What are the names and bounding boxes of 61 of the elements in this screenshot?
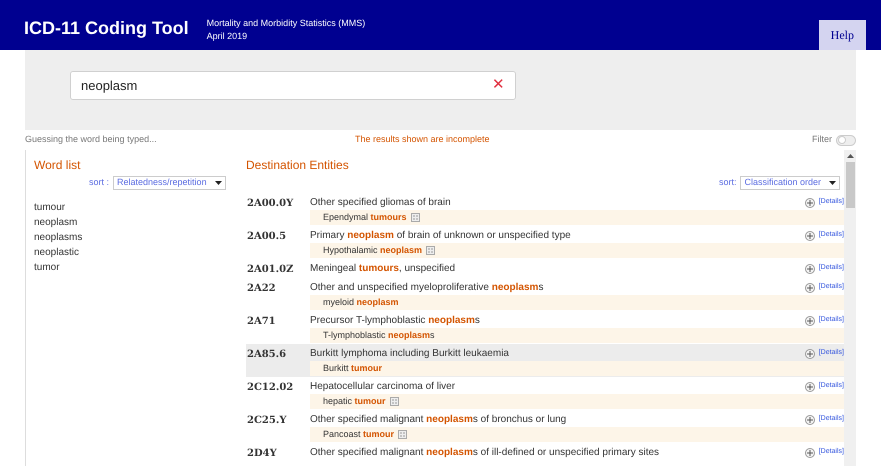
scroll-up-icon[interactable] [846, 154, 854, 158]
word-item[interactable]: neoplasm [34, 215, 238, 230]
sort-dropdown[interactable]: Relatedness/repetition [113, 176, 226, 190]
entity-title: Other and unspecified myeloproliferative neoplasms [310, 281, 544, 295]
synonym-text: Hypothalamic neoplasm [323, 244, 422, 257]
expand-icon[interactable] [804, 198, 815, 208]
expand-icon[interactable] [804, 264, 815, 274]
sort-label: sort : [89, 176, 110, 190]
release-date: April 2019 [206, 30, 248, 43]
guess-message: Guessing the word being typed... [25, 133, 158, 146]
search-value: neoplasm [81, 76, 138, 95]
help-button[interactable]: Help [818, 20, 866, 50]
sort-dropdown[interactable]: Classification order [740, 176, 840, 190]
entity-code: 2A01.0Z [246, 263, 294, 277]
expand-icon[interactable] [804, 382, 815, 392]
caret-icon [829, 181, 836, 185]
expand-icon[interactable] [804, 316, 815, 326]
scrollbar-thumb[interactable] [846, 162, 854, 208]
word-item[interactable]: tumour [34, 200, 238, 215]
entity-title: Meningeal tumours, unspecified [310, 262, 456, 276]
word-list-title: Word list [34, 157, 82, 174]
entity-code: 2A00.5 [246, 230, 288, 244]
entity-title: Burkitt lymphoma including Burkitt leukaemia [310, 347, 509, 361]
entity-code: 2C25.Y [246, 414, 288, 428]
synonym-text: T-lymphoblastic neoplasms [323, 328, 435, 342]
entity-code: 2A71 [246, 315, 277, 329]
entity-title: Primary neoplasm of brain of unknown or unspecified type [310, 229, 571, 243]
synonym-text: Burkitt tumour [323, 362, 382, 375]
synonym-text: Pancoast tumour [323, 428, 394, 441]
app-title: ICD-11 Coding Tool [24, 17, 189, 40]
expand-icon[interactable] [804, 348, 815, 358]
entity-title: Precursor T-lymphoblastic neoplasms [310, 314, 480, 328]
incomplete-warning: The results shown are incomplete [355, 133, 490, 146]
entity-code: 2A85.6 [246, 348, 288, 362]
entity-title: Other specified malignant neoplasms of ill-defined or unspecified primary sites [310, 446, 660, 460]
expand-icon[interactable] [804, 414, 815, 424]
word-item[interactable]: tumor [34, 260, 238, 275]
word-item[interactable]: neoplastic [34, 245, 238, 260]
entity-title: Hepatocellular carcinoma of liver [310, 380, 456, 394]
synonym-text: Ependymal tumours [323, 210, 407, 224]
entity-code: 2D4Y [246, 447, 278, 461]
expand-icon[interactable] [804, 230, 815, 240]
filter-switch[interactable] [836, 134, 856, 146]
search-field[interactable]: neoplasm ✕ [70, 71, 516, 100]
entity-code: 2C12.02 [246, 381, 294, 395]
synonym-text: myeloid neoplasm [323, 296, 399, 309]
scrollbar[interactable] [844, 150, 856, 466]
caret-icon [214, 181, 222, 185]
entity-title: Other specified gliomas of brain [310, 196, 451, 210]
synonym-text: hepatic tumour [323, 394, 386, 408]
sort-label: sort: [718, 176, 736, 190]
expand-icon[interactable] [804, 448, 815, 458]
entity-title: Other specified malignant neoplasms of bronchus or lung [310, 413, 566, 427]
destination-title: Destination Entities [246, 157, 350, 174]
filter-label: Filter [812, 133, 832, 146]
entity-code: 2A00.0Y [246, 197, 294, 211]
entity-code: 2A22 [246, 282, 277, 296]
clear-icon[interactable]: ✕ [492, 74, 505, 97]
word-item[interactable]: neoplasms [34, 230, 238, 245]
expand-icon[interactable] [804, 282, 815, 292]
classification-name: Mortality and Morbidity Statistics (MMS) [206, 17, 366, 30]
